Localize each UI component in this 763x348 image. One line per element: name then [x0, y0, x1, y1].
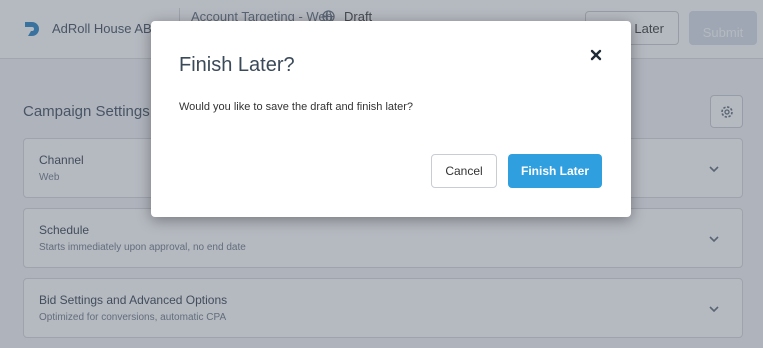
cancel-button[interactable]: Cancel	[431, 154, 497, 188]
dialog-message: Would you like to save the draft and fin…	[179, 101, 413, 113]
finish-later-button[interactable]: Finish Later	[508, 154, 602, 188]
dialog-title: Finish Later?	[179, 54, 295, 76]
close-icon[interactable]	[588, 47, 604, 63]
finish-later-dialog: Finish Later? Would you like to save the…	[151, 21, 631, 217]
